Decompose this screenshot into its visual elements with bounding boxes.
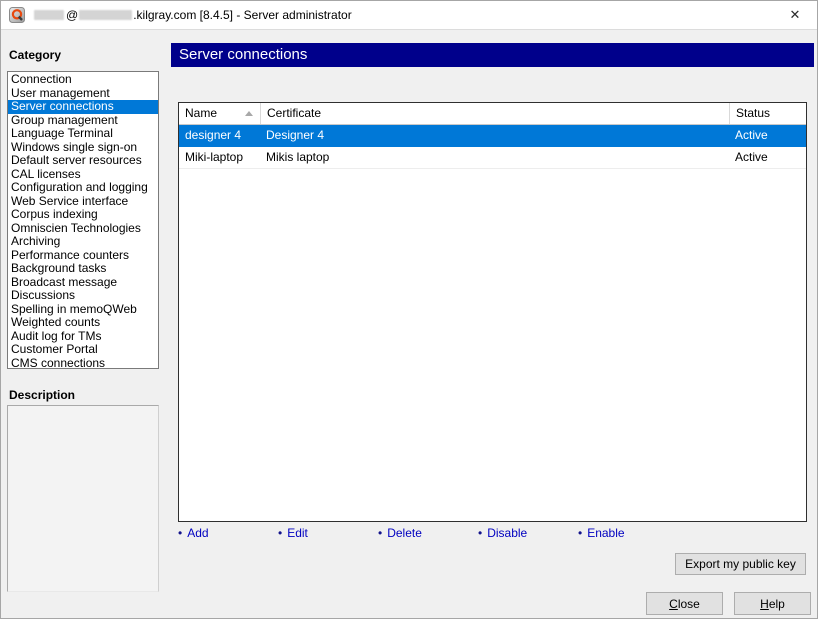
edit-link-label: Edit [287, 526, 308, 540]
close-button-mnemonic: C [669, 597, 678, 611]
close-icon[interactable]: ✕ [779, 1, 811, 29]
name-column-label: Name [185, 106, 217, 120]
help-button[interactable]: Help [734, 592, 811, 615]
edit-link[interactable]: • Edit [278, 526, 374, 540]
delete-link-label: Delete [387, 526, 422, 540]
category-item-performance-counters[interactable]: Performance counters [8, 249, 158, 263]
cell-name: Miki-laptop [179, 147, 260, 168]
title-suffix: .kilgray.com [8.4.5] - Server administra… [133, 8, 352, 22]
enable-link[interactable]: • Enable [578, 526, 674, 540]
export-public-key-button[interactable]: Export my public key [675, 553, 806, 575]
disable-link-label: Disable [487, 526, 527, 540]
cell-name: designer 4 [179, 125, 260, 146]
table-row-miki-laptop[interactable]: Miki-laptop Mikis laptop Active [179, 147, 806, 169]
disable-link[interactable]: • Disable [478, 526, 574, 540]
redacted-servername [79, 10, 132, 20]
category-item-spelling-in-memoqweb[interactable]: Spelling in memoQWeb [8, 303, 158, 317]
category-item-server-connections[interactable]: Server connections [8, 100, 158, 114]
category-item-user-management[interactable]: User management [8, 87, 158, 101]
cell-certificate: Mikis laptop [260, 147, 729, 168]
bullet-icon: • [478, 526, 482, 540]
titlebar: @ .kilgray.com [8.4.5] - Server administr… [1, 1, 817, 30]
category-item-omniscien-technologies[interactable]: Omniscien Technologies [8, 222, 158, 236]
category-item-group-management[interactable]: Group management [8, 114, 158, 128]
close-button-label: lose [678, 597, 700, 611]
category-list: Connection User management Server connec… [7, 71, 159, 369]
page-title: Server connections [171, 43, 814, 67]
category-item-corpus-indexing[interactable]: Corpus indexing [8, 208, 158, 222]
help-button-label: elp [769, 597, 785, 611]
sort-ascending-icon [245, 111, 253, 116]
certificate-column-header[interactable]: Certificate [260, 103, 729, 124]
category-item-weighted-counts[interactable]: Weighted counts [8, 316, 158, 330]
category-item-cms-connections[interactable]: CMS connections [8, 357, 158, 370]
redacted-username [34, 10, 64, 20]
status-column-header[interactable]: Status [729, 103, 806, 124]
category-item-customer-portal[interactable]: Customer Portal [8, 343, 158, 357]
bullet-icon: • [178, 526, 182, 540]
category-item-cal-licenses[interactable]: CAL licenses [8, 168, 158, 182]
memoq-app-icon [9, 7, 25, 23]
description-label: Description [9, 388, 75, 402]
delete-link[interactable]: • Delete [378, 526, 474, 540]
category-item-default-server-resources[interactable]: Default server resources [8, 154, 158, 168]
bullet-icon: • [278, 526, 282, 540]
category-label: Category [9, 48, 61, 62]
category-item-discussions[interactable]: Discussions [8, 289, 158, 303]
name-column-header[interactable]: Name [179, 103, 260, 124]
category-item-web-service-interface[interactable]: Web Service interface [8, 195, 158, 209]
server-connections-table: Name Certificate Status designer 4 Desig… [178, 102, 807, 522]
add-link-label: Add [187, 526, 208, 540]
category-item-windows-single-sign-on[interactable]: Windows single sign-on [8, 141, 158, 155]
enable-link-label: Enable [587, 526, 624, 540]
window-title: @ .kilgray.com [8.4.5] - Server administr… [34, 1, 352, 29]
status-column-label: Status [736, 106, 770, 120]
table-header-row: Name Certificate Status [179, 103, 806, 125]
category-item-configuration-and-logging[interactable]: Configuration and logging [8, 181, 158, 195]
server-administrator-window: @ .kilgray.com [8.4.5] - Server administr… [0, 0, 818, 619]
category-item-broadcast-message[interactable]: Broadcast message [8, 276, 158, 290]
bullet-icon: • [378, 526, 382, 540]
close-button[interactable]: Close [646, 592, 723, 615]
table-row-designer-4[interactable]: designer 4 Designer 4 Active [179, 125, 806, 147]
category-item-connection[interactable]: Connection [8, 73, 158, 87]
help-button-mnemonic: H [760, 597, 769, 611]
add-link[interactable]: • Add [178, 526, 274, 540]
title-at-symbol: @ [66, 8, 78, 22]
description-panel [7, 405, 159, 592]
cell-status: Active [729, 147, 806, 168]
cell-certificate: Designer 4 [260, 125, 729, 146]
category-item-audit-log-for-tms[interactable]: Audit log for TMs [8, 330, 158, 344]
certificate-column-label: Certificate [267, 106, 321, 120]
bullet-icon: • [578, 526, 582, 540]
category-item-language-terminal[interactable]: Language Terminal [8, 127, 158, 141]
cell-status: Active [729, 125, 806, 146]
category-item-background-tasks[interactable]: Background tasks [8, 262, 158, 276]
category-item-archiving[interactable]: Archiving [8, 235, 158, 249]
